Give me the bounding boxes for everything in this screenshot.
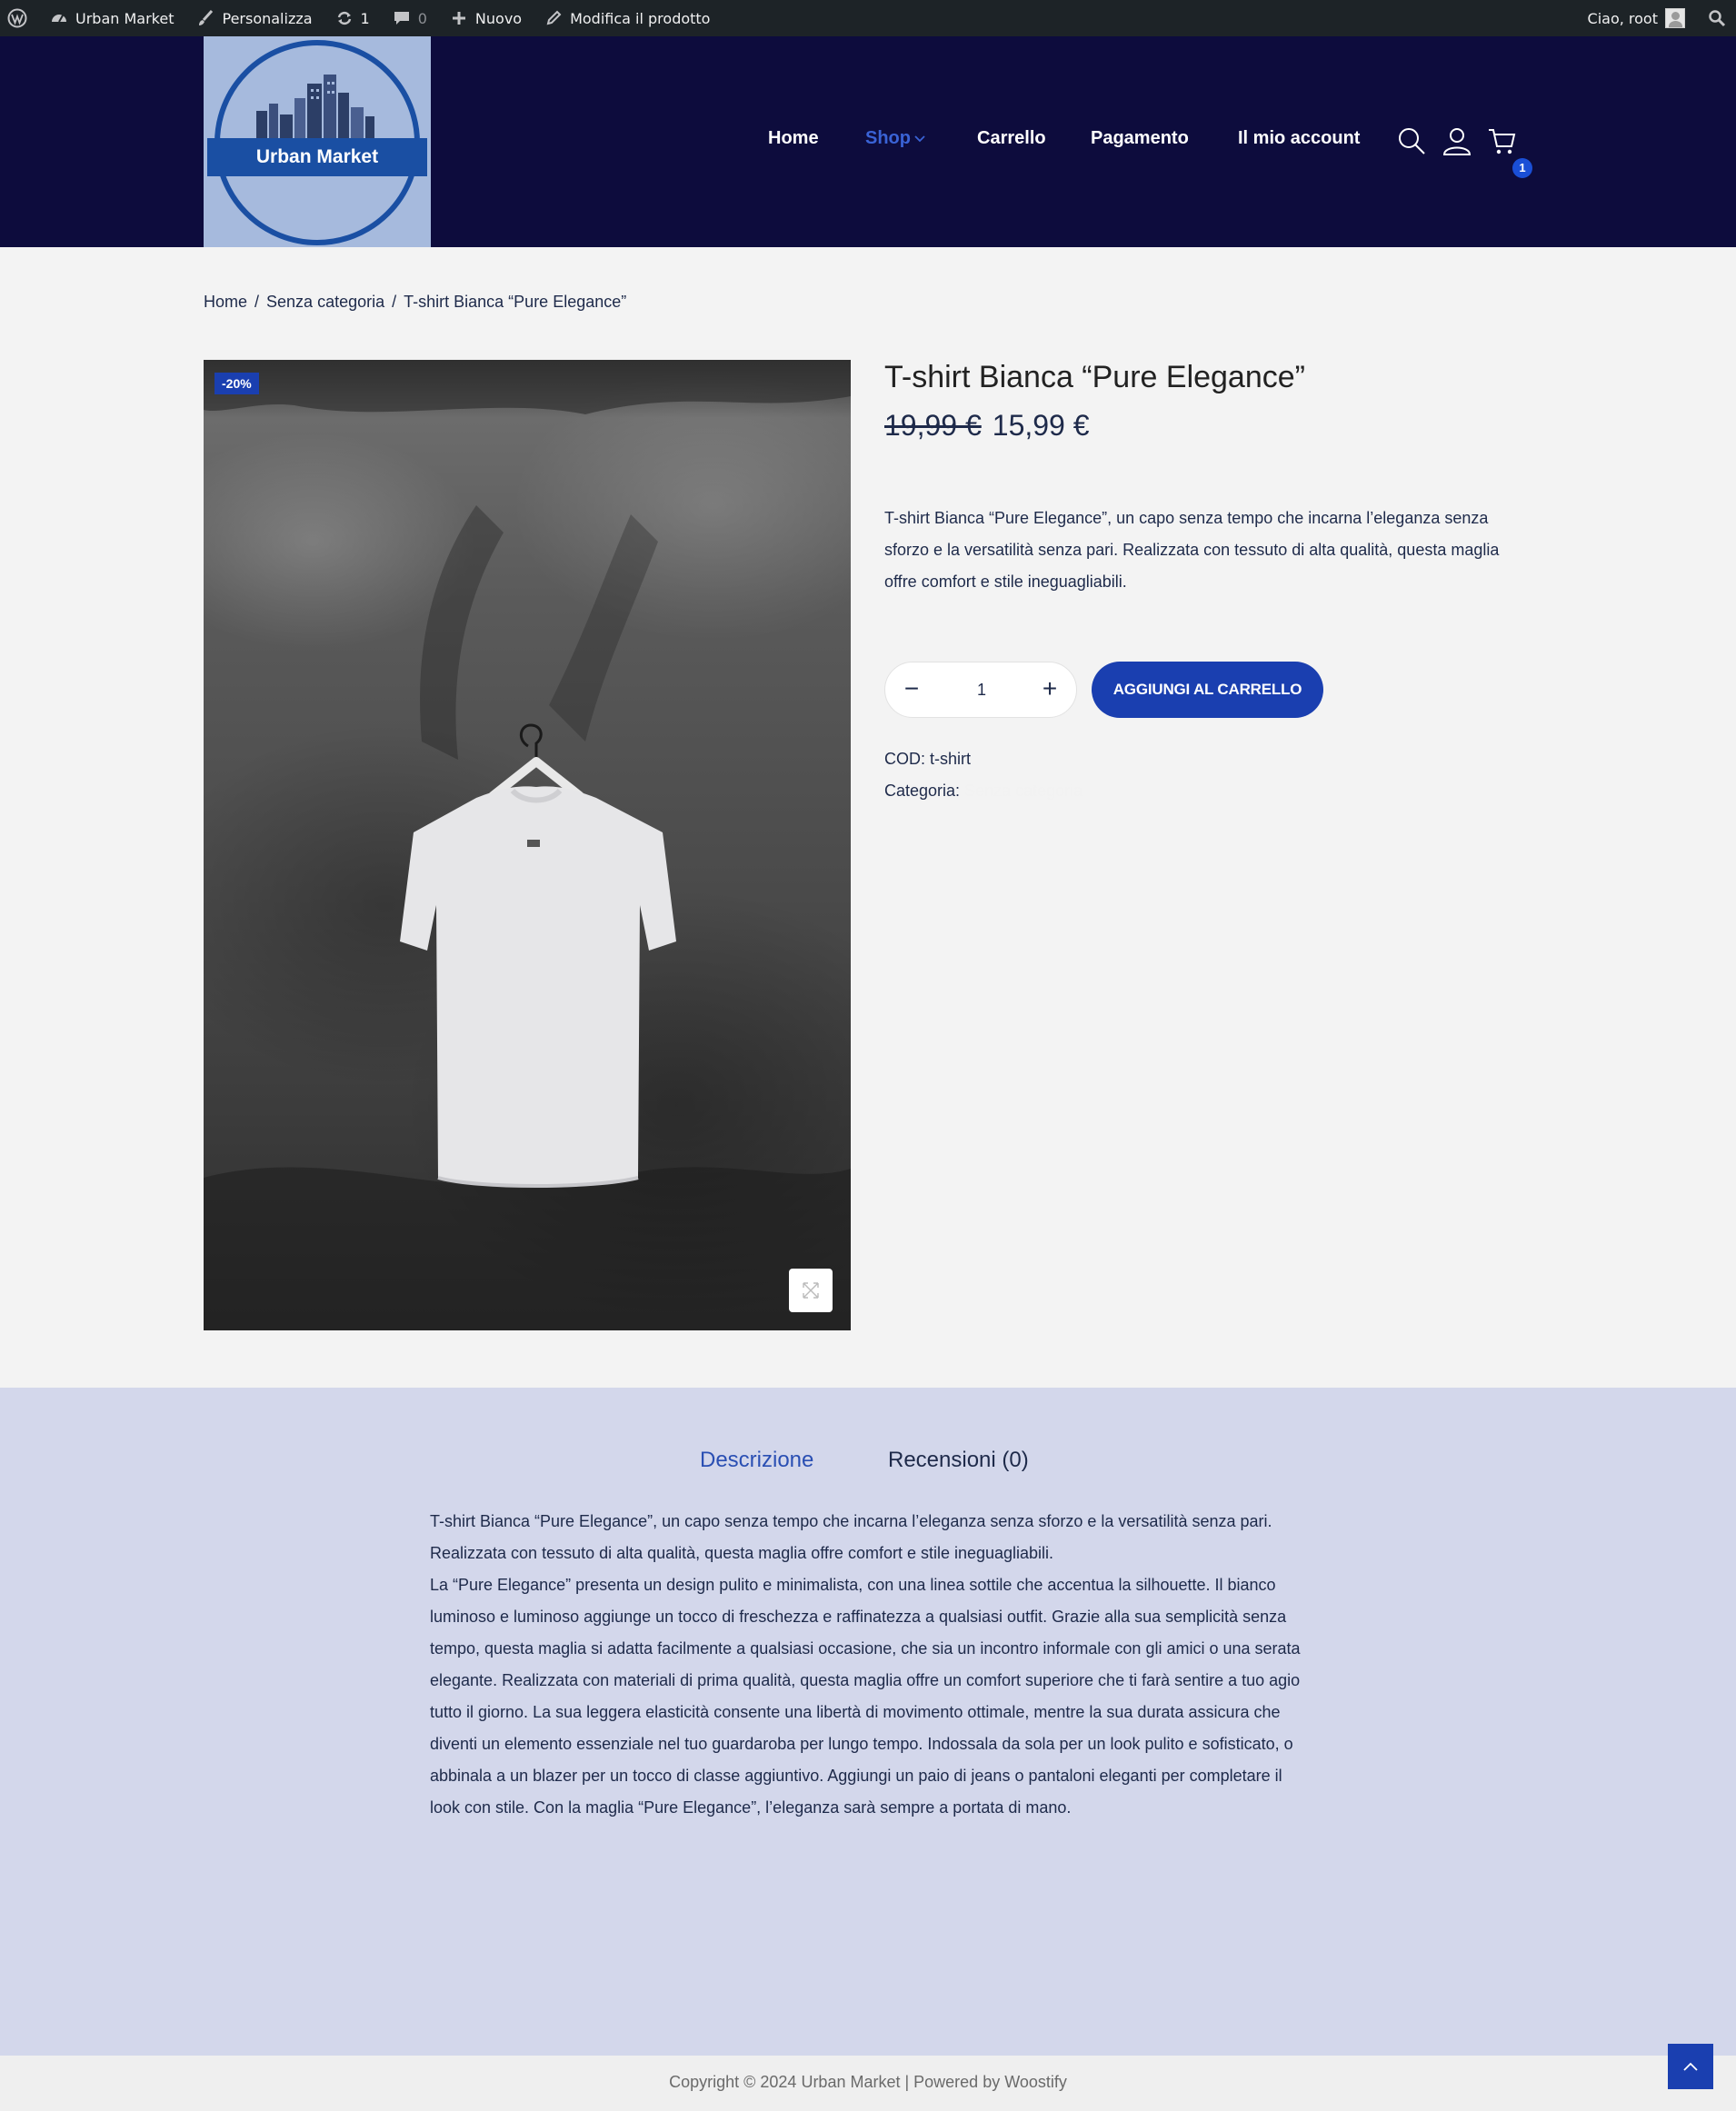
- greeting: Ciao, root: [1587, 9, 1658, 27]
- nav-shop[interactable]: Shop: [865, 128, 911, 149]
- category-link[interactable]: Senza categoria: [964, 782, 1083, 800]
- admin-bar: Urban Market Personalizza 1 0 Nuovo Modi…: [0, 0, 1736, 36]
- quantity-stepper: − +: [884, 662, 1077, 718]
- brush-icon: [195, 8, 215, 28]
- updates-count: 1: [360, 9, 370, 27]
- pencil-icon: [544, 8, 564, 28]
- updates-icon: [334, 8, 354, 28]
- user-icon[interactable]: [1442, 125, 1472, 156]
- chevron-down-icon: [913, 133, 926, 150]
- breadcrumb-category[interactable]: Senza categoria: [266, 293, 384, 311]
- tshirt-on-hanger-image: [204, 360, 851, 1330]
- product-meta: COD: t-shirt Categoria: Senza categoria: [884, 743, 1083, 807]
- category-label: Categoria:: [884, 782, 961, 800]
- nav-home[interactable]: Home: [768, 128, 819, 149]
- new-content-menu[interactable]: Nuovo: [438, 0, 533, 36]
- copyright-text: Copyright © 2024 Urban Market | Powered …: [669, 2073, 1067, 2091]
- cart-icon[interactable]: [1487, 125, 1518, 156]
- customize-link[interactable]: Personalizza: [185, 0, 323, 36]
- comments-link[interactable]: 0: [381, 0, 438, 36]
- plus-icon: [449, 8, 469, 28]
- main-nav: Home Shop Carrello Pagamento Il mio acco…: [0, 36, 1736, 247]
- sku-row: COD: t-shirt: [884, 743, 1083, 775]
- breadcrumb: Home / Senza categoria / T-shirt Bianca “Pur…: [204, 293, 627, 311]
- description-paragraph: La “Pure Elegance” presenta un design pu…: [430, 1576, 1301, 1817]
- short-description: T-shirt Bianca “Pure Elegance”, un capo …: [884, 509, 1500, 591]
- sale-price: 15,99 €: [992, 409, 1090, 442]
- tab-reviews[interactable]: Recensioni (0): [888, 1448, 1029, 1473]
- sku-value: t-shirt: [930, 750, 972, 768]
- product-tabs: Descrizione Recensioni (0) T-shirt Bianc…: [0, 1388, 1736, 2056]
- wordpress-menu[interactable]: [0, 0, 38, 36]
- tab-description[interactable]: Descrizione: [700, 1448, 813, 1473]
- account-menu[interactable]: Ciao, root: [1577, 0, 1696, 36]
- search-icon[interactable]: [1396, 125, 1427, 156]
- add-to-cart-button[interactable]: AGGIUNGI AL CARRELLO: [1092, 662, 1323, 718]
- quantity-input[interactable]: [940, 675, 1023, 704]
- site-name: Urban Market: [75, 9, 175, 27]
- sku-label: COD:: [884, 750, 925, 768]
- comments-count: 0: [417, 9, 427, 27]
- search-icon: [1707, 8, 1727, 28]
- product-title: T-shirt Bianca “Pure Elegance”: [884, 360, 1305, 394]
- nav-checkout[interactable]: Pagamento: [1091, 128, 1189, 149]
- new-label: Nuovo: [474, 9, 523, 27]
- edit-product-label: Modifica il prodotto: [570, 9, 711, 27]
- nav-my-account[interactable]: Il mio account: [1238, 128, 1360, 149]
- scroll-to-top-button[interactable]: [1668, 2044, 1713, 2089]
- breadcrumb-current: T-shirt Bianca “Pure Elegance”: [404, 293, 627, 311]
- avatar: [1665, 8, 1685, 28]
- edit-product-link[interactable]: Modifica il prodotto: [533, 0, 721, 36]
- nav-cart[interactable]: Carrello: [977, 128, 1046, 149]
- zoom-button[interactable]: [789, 1269, 833, 1312]
- old-price: 19,99 €: [884, 409, 982, 442]
- cart-count-badge: 1: [1512, 158, 1532, 178]
- description-paragraph: T-shirt Bianca “Pure Elegance”, un capo …: [430, 1512, 1272, 1562]
- wordpress-logo-icon: [7, 8, 27, 28]
- quantity-increase-button[interactable]: +: [1027, 662, 1073, 717]
- customize-label: Personalizza: [222, 9, 313, 27]
- sale-badge: -20%: [215, 373, 259, 394]
- site-footer: Copyright © 2024 Urban Market | Powered …: [0, 2056, 1736, 2111]
- comment-icon: [392, 8, 412, 28]
- quantity-decrease-button[interactable]: −: [889, 662, 934, 717]
- product-price: 19,99 € 15,99 €: [884, 409, 1090, 443]
- expand-icon: [803, 1282, 819, 1299]
- site-name-menu[interactable]: Urban Market: [38, 0, 185, 36]
- product-image[interactable]: -20%: [204, 360, 851, 1330]
- updates-link[interactable]: 1: [324, 0, 381, 36]
- dashboard-icon: [49, 8, 69, 28]
- breadcrumb-home[interactable]: Home: [204, 293, 247, 311]
- chevron-up-icon: [1683, 2062, 1698, 2071]
- category-row: Categoria: Senza categoria: [884, 775, 1083, 807]
- adminbar-search[interactable]: [1696, 0, 1736, 36]
- description-panel: T-shirt Bianca “Pure Elegance”, un capo …: [430, 1506, 1306, 1824]
